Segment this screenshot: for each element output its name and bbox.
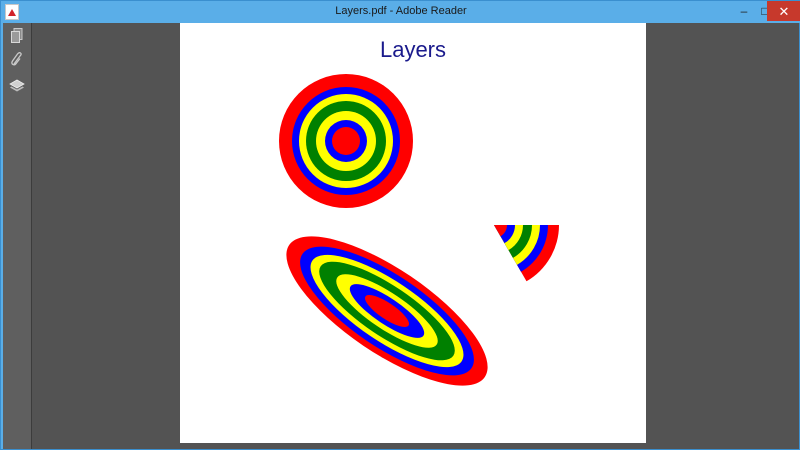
circle-ring (332, 127, 360, 155)
app-window: Layers.pdf - Adobe Reader – □ ✕ Layers (0, 0, 800, 450)
window-title: Layers.pdf - Adobe Reader (335, 5, 467, 17)
minimize-icon: – (740, 4, 748, 18)
pdf-page[interactable]: Layers (180, 23, 646, 443)
layers-button[interactable] (7, 76, 27, 96)
close-button[interactable]: ✕ (767, 1, 800, 21)
close-icon: ✕ (778, 3, 790, 19)
title-bar[interactable]: Layers.pdf - Adobe Reader – □ ✕ (1, 1, 800, 23)
document-area[interactable]: Layers (3, 23, 799, 449)
layers-icon (9, 79, 25, 92)
quarter-circle-rings (494, 225, 559, 282)
pages-icon (11, 28, 23, 43)
page-thumbnails-button[interactable] (7, 26, 27, 46)
concentric-ellipses (286, 236, 488, 386)
attachments-button[interactable] (7, 50, 27, 70)
layers-graphic (279, 74, 559, 386)
paperclip-icon (11, 52, 22, 66)
navigation-pane (3, 23, 32, 449)
concentric-circles (279, 74, 413, 208)
